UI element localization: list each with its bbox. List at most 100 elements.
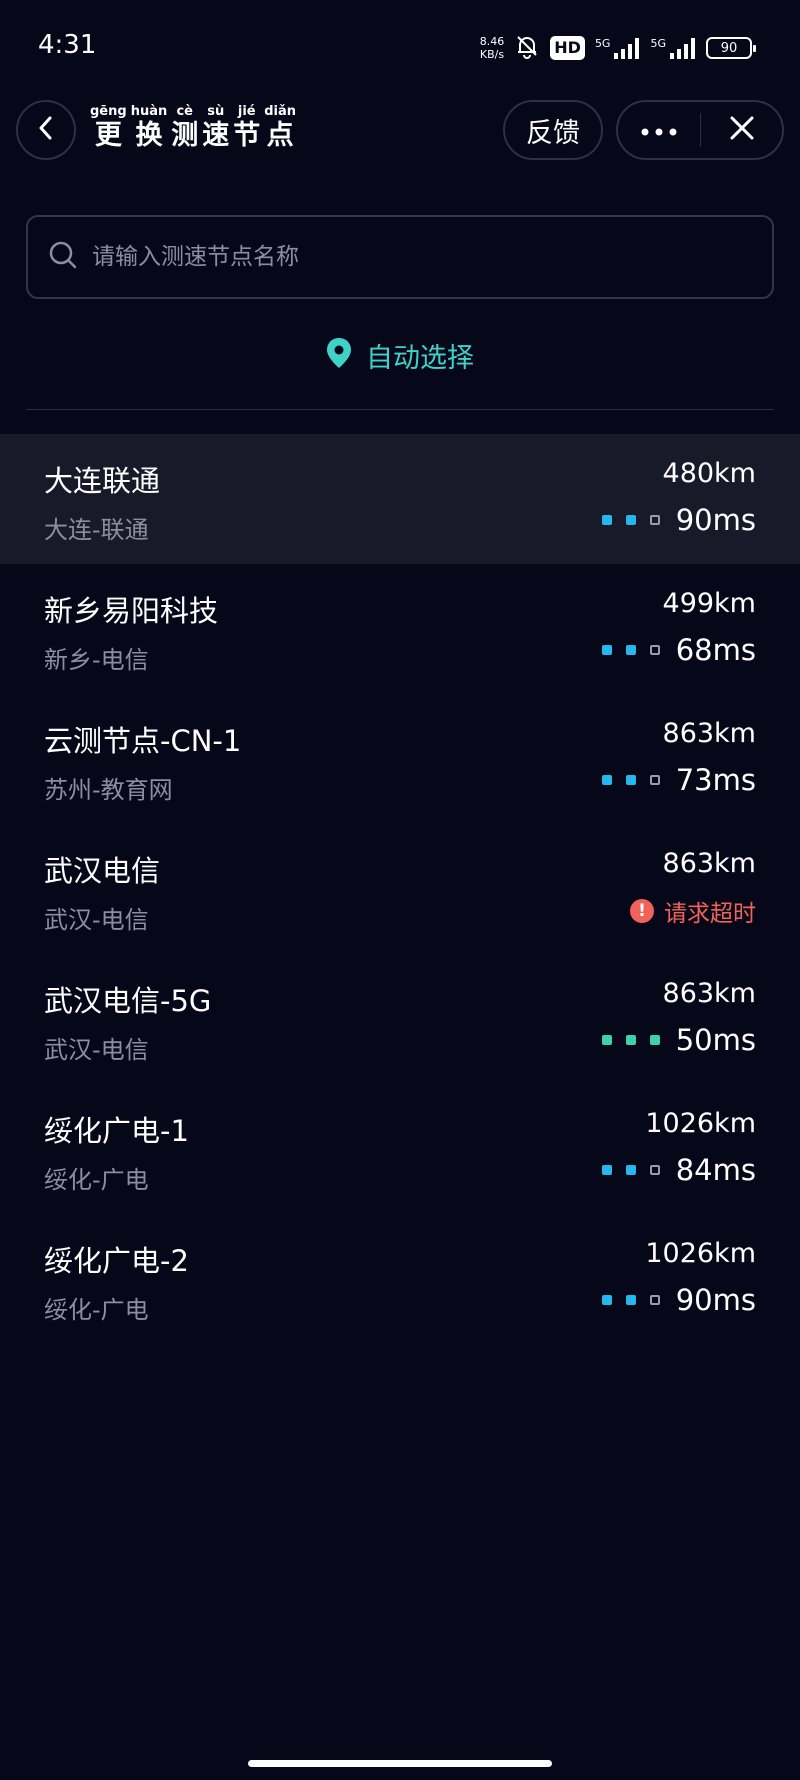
nav-header: gēng 更 huàn 换 cè 测 sù 速 jié 节 diǎn 点 反馈 <box>0 96 800 162</box>
node-list-item[interactable]: 武汉电信 武汉-电信 863km! 请求超时 <box>0 824 800 954</box>
title-hanzi: 点 <box>266 120 294 151</box>
node-list-item[interactable]: 绥化广电-2 绥化-广电 1026km 90ms <box>0 1214 800 1344</box>
node-name: 绥化广电-1 <box>44 1114 189 1148</box>
search-input[interactable] <box>92 244 772 270</box>
quality-dot <box>625 515 636 525</box>
node-location: 绥化-广电 <box>44 1296 149 1324</box>
node-list-item[interactable]: 绥化广电-1 绥化-广电 1026km 84ms <box>0 1084 800 1214</box>
status-icons: 8.46 KB/s HD 5G 5G 90 <box>480 28 756 68</box>
node-list-item[interactable]: 云测节点-CN-1 苏州-教育网 863km 73ms <box>0 694 800 824</box>
quality-dot <box>649 775 660 785</box>
title-character: diǎn 点 <box>264 104 296 152</box>
node-list-item[interactable]: 武汉电信-5G 武汉-电信 863km 50ms <box>0 954 800 1084</box>
network-speed-unit: KB/s <box>479 48 505 61</box>
auto-select-button[interactable]: 自动选择 <box>0 330 800 380</box>
latency-quality-indicator <box>601 1165 660 1175</box>
node-distance: 863km <box>662 848 756 879</box>
latency-quality-indicator <box>601 645 660 655</box>
quality-dot <box>601 515 612 525</box>
more-dots-icon <box>641 121 677 140</box>
quality-dot <box>649 515 660 525</box>
title-hanzi: 测 <box>171 120 199 151</box>
node-latency: 50ms <box>675 1023 756 1057</box>
node-name: 武汉电信-5G <box>44 984 212 1018</box>
hd-voice-badge: HD <box>550 36 585 60</box>
page-title: gēng 更 huàn 换 cè 测 sù 速 jié 节 diǎn 点 <box>90 104 296 152</box>
title-hanzi: 速 <box>202 120 230 151</box>
node-latency: 68ms <box>675 633 756 667</box>
title-character: sù 速 <box>202 104 229 152</box>
mini-program-capsule <box>616 100 784 160</box>
latency-quality-indicator <box>601 515 660 525</box>
latency-info: 73ms <box>601 760 756 800</box>
close-button[interactable] <box>701 102 782 158</box>
quality-dot <box>625 1165 636 1175</box>
home-indicator[interactable] <box>248 1760 552 1767</box>
quality-dot <box>649 1035 660 1045</box>
node-latency: 73ms <box>675 763 756 797</box>
title-pinyin: sù <box>207 104 225 119</box>
quality-dot <box>601 1035 612 1045</box>
node-latency: 90ms <box>675 1283 756 1317</box>
latency-quality-indicator <box>601 775 660 785</box>
status-bar: 4:31 8.46 KB/s HD 5G 5G 90 <box>0 0 800 90</box>
feedback-button[interactable]: 反馈 <box>503 100 603 160</box>
title-pinyin: cè <box>176 104 193 119</box>
node-list: 大连联通 大连-联通 480km 90ms 新乡易阳科技 新乡-电信 499km 68ms 云测… <box>0 434 800 1344</box>
latency-info: 90ms <box>601 500 756 540</box>
title-pinyin: diǎn <box>264 104 297 119</box>
node-location: 武汉-电信 <box>44 1036 149 1064</box>
title-pinyin: jié <box>237 104 256 119</box>
close-icon <box>729 115 755 145</box>
status-time: 4:31 <box>38 30 97 60</box>
more-button[interactable] <box>618 102 700 158</box>
timeout-status: ! 请求超时 <box>630 894 756 928</box>
title-character: jié 节 <box>233 104 260 152</box>
latency-info: 90ms <box>601 1280 756 1320</box>
quality-dot <box>601 645 612 655</box>
node-name: 新乡易阳科技 <box>44 594 219 628</box>
latency-info: 68ms <box>601 630 756 670</box>
node-distance: 499km <box>662 588 756 619</box>
quality-dot <box>625 1295 636 1305</box>
battery-icon: 90 <box>706 37 756 59</box>
node-latency: 90ms <box>675 503 756 537</box>
network-type-label: 5G <box>650 37 666 50</box>
node-list-item[interactable]: 新乡易阳科技新乡-电信 499km 68ms <box>0 564 800 694</box>
search-box <box>26 215 774 299</box>
title-pinyin: huàn <box>130 104 168 119</box>
node-name: 云测节点-CN-1 <box>44 724 242 758</box>
network-speed: 8.46 KB/s <box>480 35 505 61</box>
signal-strength-icon-2: 5G <box>650 37 696 59</box>
quality-dot <box>625 645 636 655</box>
title-character: huàn 换 <box>131 104 168 152</box>
auto-select-label: 自动选择 <box>366 342 474 374</box>
error-icon: ! <box>630 899 654 923</box>
latency-quality-indicator <box>601 1035 660 1045</box>
quality-dot <box>649 645 660 655</box>
chevron-left-icon <box>35 115 57 145</box>
title-hanzi: 更 <box>94 120 122 151</box>
node-distance: 480km <box>662 458 756 489</box>
title-hanzi: 节 <box>233 120 261 151</box>
latency-quality-indicator <box>601 1295 660 1305</box>
divider <box>26 409 774 410</box>
quality-dot <box>649 1295 660 1305</box>
search-icon <box>48 240 78 274</box>
node-name: 武汉电信 <box>44 854 161 888</box>
title-hanzi: 换 <box>135 120 163 151</box>
node-distance: 1026km <box>645 1238 756 1269</box>
node-location: 新乡-电信 <box>44 646 149 674</box>
node-list-item[interactable]: 大连联通 大连-联通 480km 90ms <box>0 434 800 564</box>
location-pin-icon <box>326 337 352 373</box>
network-type-label: 5G <box>594 37 611 50</box>
battery-level: 90 <box>720 40 738 56</box>
title-pinyin: gēng <box>90 104 127 119</box>
node-latency: 84ms <box>675 1153 756 1187</box>
quality-dot <box>601 1165 612 1175</box>
node-distance: 1026km <box>645 1108 756 1139</box>
node-name: 大连联通 <box>44 464 161 498</box>
back-button[interactable] <box>16 100 76 160</box>
signal-strength-icon-1: 5G <box>595 37 641 59</box>
node-distance: 863km <box>662 978 756 1009</box>
